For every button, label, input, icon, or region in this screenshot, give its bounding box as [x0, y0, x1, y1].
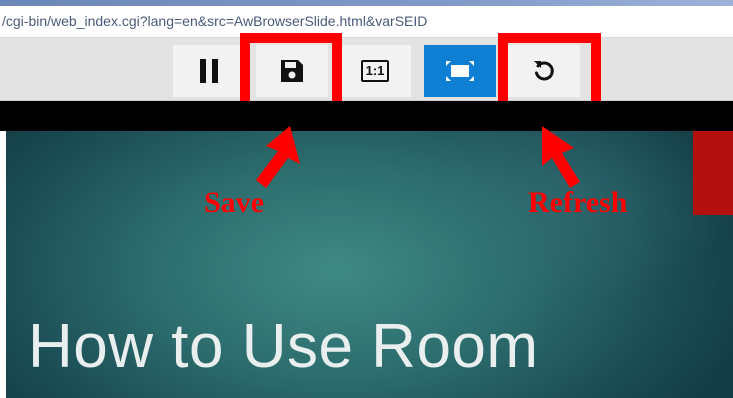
refresh-button[interactable] — [508, 45, 580, 97]
floppy-disk-icon — [281, 60, 303, 82]
save-callout-label: Save — [204, 186, 264, 219]
slide-red-accent — [693, 131, 733, 215]
address-url-text: /cgi-bin/web_index.cgi?lang=en&src=AwBro… — [2, 13, 428, 29]
slide-toolbar: 1:1 — [0, 38, 733, 101]
save-button[interactable] — [256, 45, 328, 97]
one-to-one-icon: 1:1 — [360, 60, 390, 82]
slide-title: How to Use Room — [28, 312, 539, 381]
actual-size-label: 1:1 — [365, 63, 385, 78]
slide-top-band — [0, 101, 733, 131]
refresh-callout-label: Refresh — [528, 186, 628, 219]
refresh-icon — [534, 61, 554, 81]
fullscreen-icon — [446, 61, 474, 81]
address-bar[interactable]: /cgi-bin/web_index.cgi?lang=en&src=AwBro… — [0, 6, 733, 38]
pause-icon — [200, 59, 218, 83]
fullscreen-button[interactable] — [424, 45, 496, 97]
screenshot-page: /cgi-bin/web_index.cgi?lang=en&src=AwBro… — [0, 0, 733, 398]
pause-button[interactable] — [173, 45, 245, 97]
actual-size-button[interactable]: 1:1 — [339, 45, 411, 97]
